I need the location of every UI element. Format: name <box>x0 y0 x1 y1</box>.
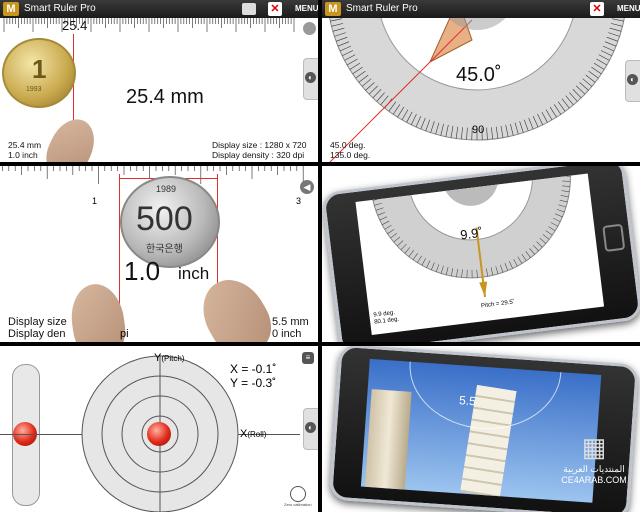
protractor-panel: M Smart Ruler Pro ✕ MENU 45.0˚ 90 45.0 d… <box>322 0 640 162</box>
axis-x-sub: (Roll) <box>247 430 267 439</box>
toggle-icon: ◐ <box>305 422 316 433</box>
angle-info: 45.0 deg. 135.0 deg. <box>330 140 370 160</box>
info-left: 25.4 mm 1.0 inch <box>8 140 41 160</box>
app-title: Smart Ruler Pro <box>346 3 418 14</box>
close-button[interactable]: ✕ <box>268 2 282 16</box>
info-right-line2: 0 inch <box>272 328 302 340</box>
bubble-center <box>147 422 171 446</box>
tick-label-3: 3 <box>296 196 302 206</box>
phone-protractor-panel: 9.9˚ 9.9 deg. 80.1 deg. Pitch = 29.5˚ <box>322 166 640 342</box>
tick-mark <box>371 193 380 196</box>
coin-500-image: 1989 500 한국은행 <box>120 176 220 268</box>
y-value-readout: Y = -0.3˚ <box>230 376 277 390</box>
measurement-unit: inch <box>178 264 210 283</box>
info-right-line1: 5.5 mm <box>272 316 309 328</box>
level-panel: Y(Pitch) X(Roll) X = -0.1˚ Y = -0.3˚ ≡ ◐… <box>0 346 318 512</box>
coin-value: 500 <box>136 200 193 238</box>
side-toggle-button[interactable]: ◐ <box>303 58 318 100</box>
info-left-line1: 25.4 mm <box>8 140 42 150</box>
coin-image: 1 1993 <box>2 38 76 108</box>
angle-info-line1: 45.0 deg. <box>330 140 366 150</box>
angle-info-line2: 135.0 deg. <box>330 150 371 160</box>
phone-camera-panel: 5.5 ▦ المنتديات العربية CE4ARAB.COM <box>322 346 640 512</box>
watermark-logo: ▦ المنتديات العربية CE4ARAB.COM <box>552 430 636 508</box>
info-partial: pi <box>120 328 129 340</box>
scale-reading-top: 25.4 <box>62 18 88 33</box>
corner-button[interactable]: ◀ <box>300 180 314 194</box>
phone-home-button <box>602 223 626 252</box>
app-bar: M Smart Ruler Pro ✕ MENU <box>0 0 318 18</box>
finger-image <box>39 111 103 162</box>
axis-y-sub: (Pitch) <box>161 354 185 363</box>
angle-reading: 45.0˚ <box>456 64 502 86</box>
axis-x-label: X(Roll) <box>240 428 266 440</box>
side-toggle-button[interactable]: ◐ <box>303 408 318 450</box>
app-logo-icon: M <box>325 2 341 16</box>
phone-device-image: 9.9˚ 9.9 deg. 80.1 deg. Pitch = 29.5˚ <box>322 166 640 342</box>
watermark-symbol: ▦ <box>581 432 607 462</box>
menu-button[interactable]: MENU <box>295 0 318 18</box>
axis-y-label: Y(Pitch) <box>154 352 184 364</box>
ruler-inch-panel: 1 2 3 1989 500 한국은행 1.0 inch Display siz… <box>0 166 318 342</box>
coin-year: 1993 <box>26 86 42 93</box>
edit-icon[interactable] <box>242 3 256 15</box>
phone-angle-reading: 9.9˚ <box>459 224 484 243</box>
tower-left-image <box>364 389 412 490</box>
ruler-mm-panel: M Smart Ruler Pro ✕ MENU 25.4 1 1993 25.… <box>0 0 318 162</box>
tick-mark <box>371 188 380 191</box>
measurement-reading: 25.4 mm <box>126 86 204 108</box>
display-density-text: Display density : 320 dpi <box>212 150 305 160</box>
appbar-strip: M Smart Ruler Pro ✕ MENU <box>322 0 640 18</box>
menu-button[interactable]: MENU <box>617 0 640 18</box>
display-size-text: Display size <box>8 316 67 328</box>
watermark-site: CE4ARAB.COM <box>561 475 627 485</box>
app-title: Smart Ruler Pro <box>24 3 96 14</box>
x-value-readout: X = -0.1˚ <box>230 362 277 376</box>
phone-screen: 9.9˚ 9.9 deg. 80.1 deg. Pitch = 29.5˚ <box>355 173 605 336</box>
info-right: Display size : 1280 x 720 Display densit… <box>212 140 307 160</box>
info-left-line2: 1.0 inch <box>8 150 38 160</box>
corner-button[interactable] <box>303 22 316 35</box>
display-size-text: Display size : 1280 x 720 <box>212 140 307 150</box>
zero-calibration-icon[interactable] <box>290 486 306 502</box>
info-right: 5.5 mm 0 inch <box>272 316 309 340</box>
side-toggle-button[interactable]: ◐ <box>625 60 640 102</box>
display-density-text: Display den <box>8 328 66 340</box>
zero-calibration-label: Zero calibration <box>284 502 312 507</box>
overlay-dial <box>405 358 566 435</box>
close-button[interactable]: ✕ <box>590 2 604 16</box>
menu-icon[interactable]: ≡ <box>302 352 314 364</box>
app-logo-icon: M <box>3 2 19 16</box>
protractor-label-90: 90 <box>472 124 485 136</box>
coin-year: 1989 <box>156 184 177 194</box>
toggle-icon: ◐ <box>627 74 638 85</box>
coin-text: 한국은행 <box>146 244 183 255</box>
coin-value: 1 <box>32 54 47 84</box>
info-left: Display size Display den <box>8 316 67 340</box>
tick-label-1: 1 <box>92 196 98 206</box>
toggle-icon: ◐ <box>305 72 316 83</box>
watermark-arabic: المنتديات العربية <box>563 464 625 474</box>
measurement-value: 1.0 <box>124 256 161 286</box>
